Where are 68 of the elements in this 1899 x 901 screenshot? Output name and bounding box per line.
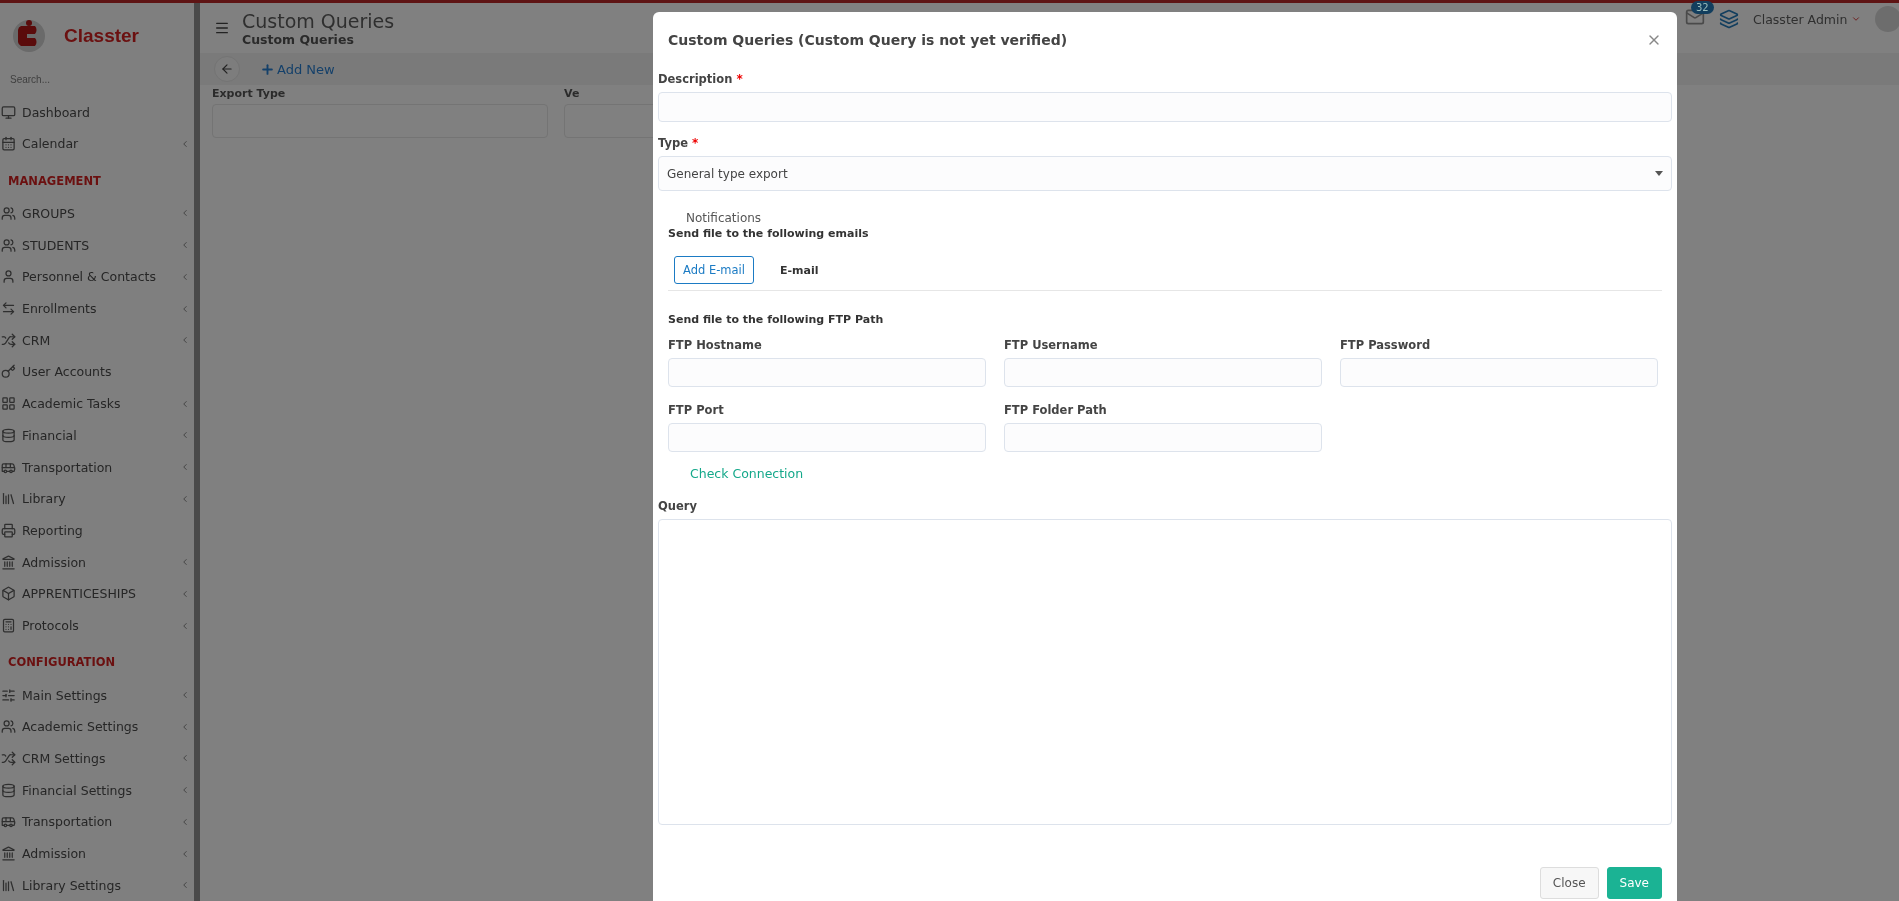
ftp-field[interactable] [1340, 358, 1658, 387]
description-field[interactable] [658, 92, 1672, 122]
section-heading: CONFIGURATION [7, 654, 117, 672]
type-select[interactable]: General type export [658, 156, 1672, 191]
sidebar-item[interactable]: Main Settings [22, 687, 174, 703]
field-label: FTP Password [1340, 338, 1431, 352]
sidebar-item[interactable]: Enrollments [22, 301, 174, 316]
arrow-left-icon [220, 62, 234, 76]
sidebar-item[interactable]: Personnel & Contacts [22, 269, 174, 285]
section-subheading: Send file to the following emails [668, 227, 870, 240]
page-title: Custom Queries [242, 9, 395, 32]
user-name[interactable]: Classter Admin [1753, 11, 1848, 27]
notifications-heading: Notifications [685, 211, 763, 225]
save-button[interactable]: Save [1606, 867, 1662, 899]
sidebar-item[interactable]: CRM Settings [22, 750, 174, 766]
sidebar-item[interactable]: Reporting [22, 522, 194, 538]
mail-badge: 32 [1691, 1, 1714, 14]
query-field[interactable] [658, 519, 1672, 825]
sidebar-item[interactable]: Admission [22, 846, 174, 862]
section-heading: MANAGEMENT [7, 172, 102, 190]
sidebar-item[interactable]: Admission [22, 554, 174, 570]
ftp-field[interactable] [668, 358, 986, 387]
caret-icon [1655, 171, 1663, 176]
ftp-field[interactable] [1004, 423, 1322, 452]
field-label: Query [658, 499, 697, 513]
modal-title: Custom Queries (Custom Query is not yet verified) [668, 32, 1068, 48]
sidebar-item[interactable]: Library [22, 491, 174, 507]
sidebar-item[interactable]: GROUPS [22, 205, 174, 221]
sidebar-item[interactable]: Protocols [22, 618, 174, 634]
sidebar-item[interactable]: Transportation [22, 459, 174, 475]
sidebar-item[interactable]: User Accounts [22, 364, 194, 380]
sidebar-item[interactable]: APPRENTICESHIPS [22, 586, 174, 602]
layers-icon[interactable] [1719, 9, 1739, 29]
ftp-field[interactable] [668, 423, 986, 452]
filter-label: Export Type [212, 87, 287, 100]
plus-icon [260, 61, 275, 77]
sidebar-item[interactable]: Financial Settings [22, 782, 174, 798]
field-label: Type [658, 136, 688, 150]
column-header: E-mail [780, 263, 819, 277]
sidebar-item[interactable]: Library Settings [22, 877, 174, 893]
section-subheading: Send file to the following FTP Path [668, 313, 885, 326]
field-label: FTP Folder Path [1004, 403, 1107, 417]
page-subtitle: Custom Queries [242, 31, 355, 47]
ftp-field[interactable] [1004, 358, 1322, 387]
check-connection-link[interactable]: Check Connection [658, 452, 1672, 481]
logo-text: Classter [64, 24, 139, 47]
caret-icon [1851, 14, 1862, 24]
sidebar-item[interactable]: CRM [22, 332, 174, 348]
sidebar-item[interactable]: Transportation [22, 814, 174, 830]
back-button[interactable] [214, 56, 240, 82]
field-label: FTP Username [1004, 338, 1098, 352]
sidebar-item[interactable]: Academic Settings [22, 719, 174, 735]
close-button[interactable]: Close [1539, 867, 1599, 899]
sidebar-item[interactable]: Academic Tasks [22, 396, 174, 412]
sidebar-item[interactable]: Calendar [22, 136, 174, 152]
filter-label: Ve [564, 87, 581, 100]
field-label: Description [658, 72, 733, 86]
field-label: FTP Port [668, 403, 724, 417]
required-mark: * [736, 72, 743, 86]
field-label: FTP Hostname [668, 338, 762, 352]
sidebar-item[interactable]: Dashboard [22, 104, 194, 120]
sidebar-item[interactable]: Financial [22, 427, 174, 443]
required-mark: * [692, 136, 699, 150]
logo-icon [12, 17, 46, 54]
sidebar-item[interactable]: STUDENTS [22, 237, 174, 253]
search-field[interactable]: Search... [8, 68, 186, 91]
add-email-button[interactable]: Add E-mail [674, 256, 754, 284]
add-new-button[interactable]: Add New [260, 61, 335, 77]
